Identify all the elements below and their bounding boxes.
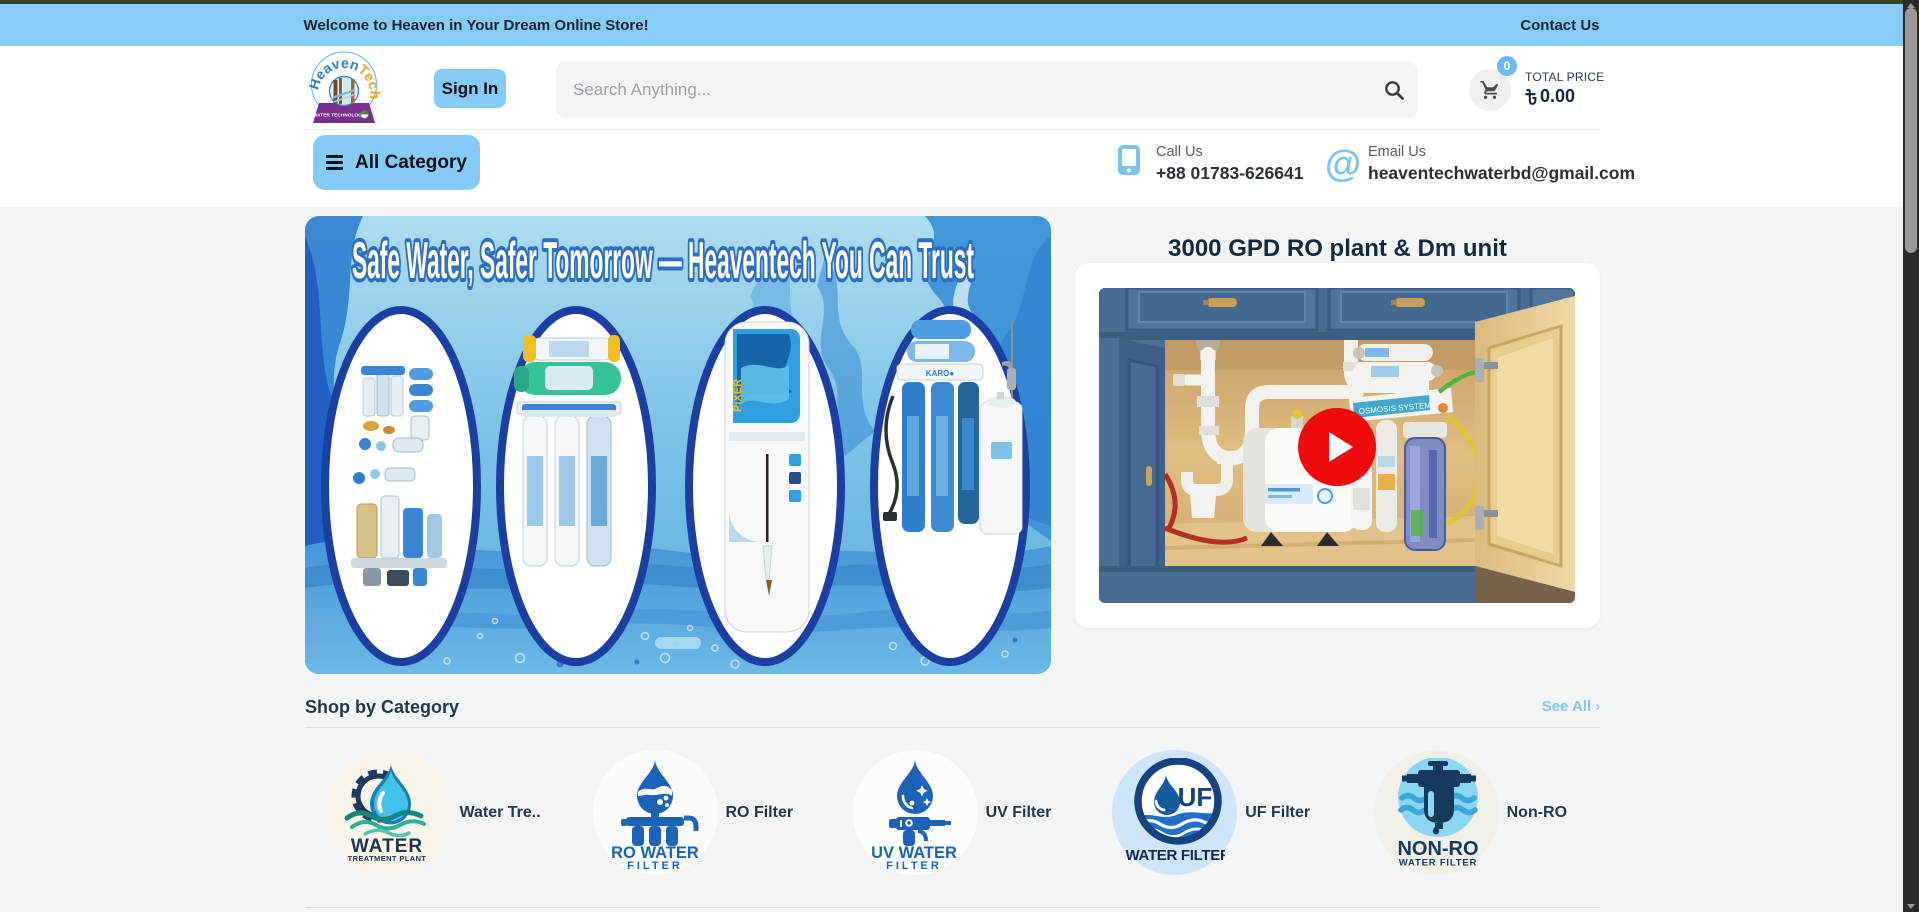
svg-text:FILTER: FILTER: [627, 860, 683, 872]
svg-text:FILTER: FILTER: [886, 860, 942, 872]
svg-text:Safe Water, Safer Tomorrow — H: Safe Water, Safer Tomorrow — Heaventech …: [352, 232, 974, 290]
svg-text:WATER FILTER: WATER FILTER: [1398, 858, 1476, 869]
svg-text:KARO●: KARO●: [926, 369, 955, 378]
svg-text:TREATMENT PLANT: TREATMENT PLANT: [348, 854, 427, 863]
svg-text:@: @: [1325, 143, 1361, 184]
svg-text:UF: UF: [1178, 782, 1213, 812]
svg-text:PiXER: PiXER: [732, 379, 744, 412]
svg-text:WATER TECHNOLOGY: WATER TECHNOLOGY: [313, 113, 366, 119]
svg-text:WATER FILTER: WATER FILTER: [1126, 847, 1226, 864]
